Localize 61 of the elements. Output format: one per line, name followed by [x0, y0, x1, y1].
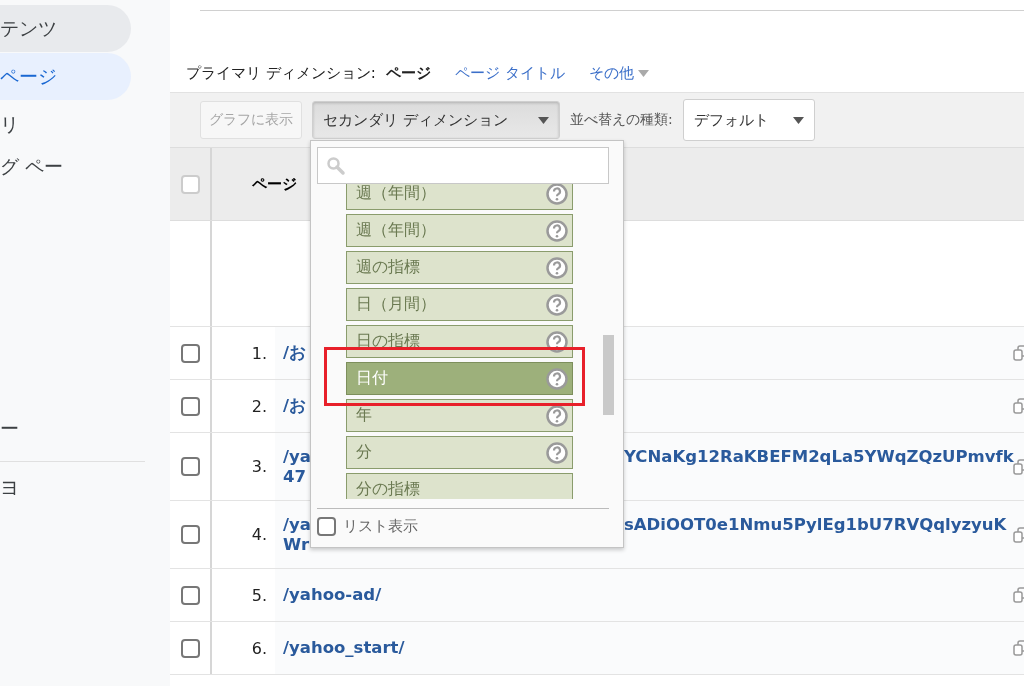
- dimension-option[interactable]: ページ タイトル: [454, 64, 565, 83]
- column-header[interactable]: ページ: [212, 148, 297, 220]
- dimension-item[interactable]: 週（年間）: [346, 184, 573, 210]
- row-number: 6.: [250, 637, 268, 660]
- row-checkbox[interactable]: [180, 638, 200, 658]
- row-number: 4.: [250, 524, 268, 546]
- dimension-option[interactable]: ページ: [385, 64, 431, 83]
- row-number: 5.: [250, 584, 268, 607]
- page-link[interactable]: 47: [283, 466, 306, 486]
- page-link[interactable]: sADiOOT0e1Nmu5PylEg1bU7RVQqlyzyuK: [624, 514, 1007, 535]
- dimension-item[interactable]: 日（月間）: [346, 288, 573, 321]
- copy-icon[interactable]: [1013, 639, 1024, 657]
- page-link[interactable]: /お: [283, 396, 307, 415]
- row-checkbox[interactable]: [180, 343, 200, 363]
- help-icon[interactable]: [546, 219, 568, 242]
- sort-select[interactable]: デフォルト: [682, 99, 815, 141]
- help-icon[interactable]: [546, 404, 568, 427]
- row-number: 2.: [250, 395, 268, 418]
- row-number: 3.: [250, 456, 268, 478]
- help-icon[interactable]: [546, 184, 568, 205]
- dimension-item[interactable]: 分: [346, 436, 573, 469]
- copy-icon[interactable]: [1013, 525, 1024, 544]
- page-link[interactable]: /ya: [283, 446, 311, 466]
- page-link[interactable]: YCNaKg12RaKBEFM2qLa5YWqZQzUPmvfk: [624, 446, 1014, 467]
- sidebar-item[interactable]: ページ: [0, 53, 131, 100]
- select-all-checkbox[interactable]: [180, 174, 200, 194]
- sidebar-item[interactable]: ヨ: [0, 464, 131, 511]
- row-checkbox[interactable]: [180, 585, 200, 605]
- sidebar-item[interactable]: ー: [0, 405, 131, 452]
- page-link[interactable]: /yahoo-ad/: [283, 585, 382, 604]
- caret-icon: [792, 116, 804, 124]
- copy-icon[interactable]: [1013, 397, 1024, 415]
- secondary-dimension-dropdown[interactable]: セカンダリ ディメンション: [312, 101, 560, 139]
- page-link[interactable]: /yahoo_start/: [283, 638, 405, 657]
- dimension-item[interactable]: 分の指標: [346, 473, 573, 499]
- help-icon[interactable]: [546, 367, 568, 390]
- copy-icon[interactable]: [1013, 344, 1024, 362]
- list-view-checkbox[interactable]: [317, 517, 336, 536]
- sidebar-item[interactable]: テンツ: [0, 5, 131, 52]
- help-icon[interactable]: [546, 293, 568, 316]
- primary-dimension-label: プライマリ ディメンション:: [186, 64, 376, 83]
- page-link[interactable]: /ya: [283, 514, 311, 534]
- search-icon: [326, 155, 346, 176]
- row-checkbox[interactable]: [180, 525, 200, 544]
- help-icon[interactable]: [546, 256, 568, 279]
- dimension-item[interactable]: 週（年間）: [346, 214, 573, 247]
- row-checkbox[interactable]: [180, 396, 200, 416]
- copy-icon[interactable]: [1013, 586, 1024, 604]
- caret-icon: [538, 116, 549, 124]
- list-view-label: リスト表示: [343, 517, 418, 536]
- page-link[interactable]: /お: [283, 343, 307, 362]
- row-checkbox[interactable]: [180, 457, 200, 476]
- page-link[interactable]: Wr: [283, 534, 310, 554]
- dimension-item[interactable]: 週の指標: [346, 251, 573, 284]
- sort-label: 並べ替えの種類:: [570, 111, 673, 129]
- scrollbar[interactable]: [603, 335, 614, 415]
- dimension-option[interactable]: その他: [588, 64, 649, 83]
- help-icon[interactable]: [546, 330, 568, 353]
- help-icon[interactable]: [546, 441, 568, 464]
- row-number: 1.: [250, 342, 268, 365]
- copy-icon[interactable]: [1013, 457, 1024, 476]
